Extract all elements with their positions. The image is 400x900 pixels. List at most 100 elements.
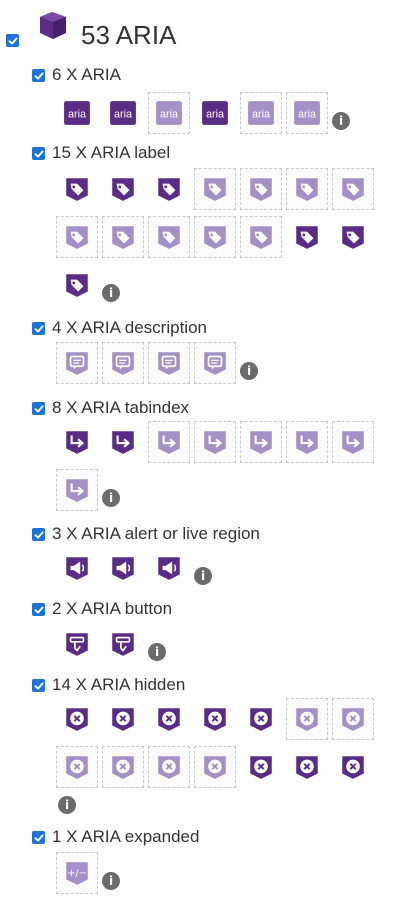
aria-text-icon: aria <box>110 101 136 125</box>
result-tile[interactable] <box>240 698 282 740</box>
result-tile[interactable] <box>240 168 282 210</box>
info-icon[interactable]: i <box>148 643 166 661</box>
result-tile[interactable] <box>56 469 98 511</box>
result-tile[interactable] <box>332 746 374 788</box>
hidden-x-icon <box>342 708 364 731</box>
aria-icon-text: aria <box>68 108 86 120</box>
speech-bubble-icon <box>204 352 226 375</box>
result-tile[interactable] <box>56 698 98 740</box>
expand-plus-minus-icon: +/− <box>66 862 88 885</box>
result-tile[interactable] <box>148 421 190 463</box>
result-tile[interactable] <box>148 746 190 788</box>
result-tile[interactable] <box>194 168 236 210</box>
result-tile[interactable] <box>286 746 328 788</box>
hidden-x-icon <box>250 708 272 731</box>
result-tile[interactable] <box>56 342 98 384</box>
result-tile[interactable] <box>332 216 374 258</box>
info-icon[interactable]: i <box>332 112 350 130</box>
result-tile[interactable] <box>332 168 374 210</box>
category-checkbox[interactable] <box>32 322 45 335</box>
result-tile[interactable] <box>148 698 190 740</box>
info-icon[interactable]: i <box>102 489 120 507</box>
aria-icon-text: aria <box>114 108 132 120</box>
result-tile[interactable] <box>56 421 98 463</box>
result-tile[interactable] <box>56 547 98 589</box>
result-tile[interactable] <box>148 342 190 384</box>
tab-arrow-icon <box>204 431 226 454</box>
category-checkbox[interactable] <box>32 402 45 415</box>
tab-arrow-icon <box>66 479 88 502</box>
result-tile[interactable] <box>194 342 236 384</box>
result-tile[interactable] <box>332 421 374 463</box>
info-icon[interactable]: i <box>102 872 120 890</box>
tag-icon <box>66 178 88 201</box>
result-tile[interactable] <box>240 421 282 463</box>
result-tile[interactable] <box>56 264 98 306</box>
category-checkbox[interactable] <box>32 69 45 82</box>
result-tile[interactable] <box>240 746 282 788</box>
result-tile[interactable] <box>102 421 144 463</box>
info-glyph: i <box>200 569 206 583</box>
result-tile[interactable]: aria <box>194 92 236 134</box>
page-title: 53 ARIA <box>81 20 177 50</box>
result-tile[interactable] <box>286 168 328 210</box>
result-tile[interactable] <box>194 216 236 258</box>
aria-icon-text: aria <box>160 108 178 120</box>
megaphone-icon <box>112 557 134 580</box>
result-tile[interactable] <box>102 623 144 665</box>
aria-text-icon: aria <box>202 101 228 125</box>
category-checkbox[interactable] <box>32 831 45 844</box>
hidden-x-icon <box>66 756 88 779</box>
result-tile[interactable] <box>194 421 236 463</box>
result-tile[interactable] <box>240 216 282 258</box>
result-tile[interactable] <box>286 216 328 258</box>
result-tile[interactable] <box>102 216 144 258</box>
category-checkbox[interactable] <box>32 528 45 541</box>
category-checkbox[interactable] <box>32 603 45 616</box>
result-tile[interactable] <box>286 698 328 740</box>
category-checkbox[interactable] <box>32 147 45 160</box>
result-tile[interactable] <box>56 168 98 210</box>
result-tile[interactable] <box>194 746 236 788</box>
info-icon[interactable]: i <box>102 284 120 302</box>
hidden-x-icon <box>66 708 88 731</box>
speech-bubble-icon <box>66 352 88 375</box>
hidden-x-icon <box>112 708 134 731</box>
tag-icon <box>296 226 318 249</box>
result-tile[interactable] <box>332 698 374 740</box>
result-tile[interactable] <box>56 216 98 258</box>
result-tile[interactable]: aria <box>102 92 144 134</box>
tab-arrow-icon <box>66 431 88 454</box>
info-icon[interactable]: i <box>58 796 76 814</box>
category-label: 4 X ARIA description <box>52 318 207 337</box>
result-tile[interactable] <box>102 698 144 740</box>
result-tile[interactable]: aria <box>148 92 190 134</box>
result-tile[interactable]: +/− <box>56 852 98 894</box>
result-tile[interactable] <box>102 547 144 589</box>
info-icon[interactable]: i <box>240 362 258 380</box>
result-tile[interactable] <box>56 746 98 788</box>
info-icon[interactable]: i <box>194 567 212 585</box>
result-tile[interactable] <box>102 342 144 384</box>
result-tile[interactable] <box>148 547 190 589</box>
master-checkbox[interactable] <box>6 34 19 47</box>
hidden-x-icon <box>204 708 226 731</box>
result-tile[interactable]: aria <box>56 92 98 134</box>
hidden-x-icon <box>250 756 272 779</box>
tab-arrow-icon <box>296 431 318 454</box>
tag-icon <box>296 178 318 201</box>
result-tile[interactable] <box>194 698 236 740</box>
result-tile[interactable] <box>56 623 98 665</box>
tab-arrow-icon <box>112 431 134 454</box>
result-tile[interactable] <box>148 216 190 258</box>
tag-icon <box>204 178 226 201</box>
result-tile[interactable]: aria <box>240 92 282 134</box>
result-tile[interactable] <box>102 746 144 788</box>
result-tile[interactable] <box>102 168 144 210</box>
category-label: 15 X ARIA label <box>52 143 171 162</box>
result-tile[interactable]: aria <box>286 92 328 134</box>
result-tile[interactable] <box>148 168 190 210</box>
result-tile[interactable] <box>286 421 328 463</box>
tag-icon <box>342 178 364 201</box>
category-checkbox[interactable] <box>32 679 45 692</box>
